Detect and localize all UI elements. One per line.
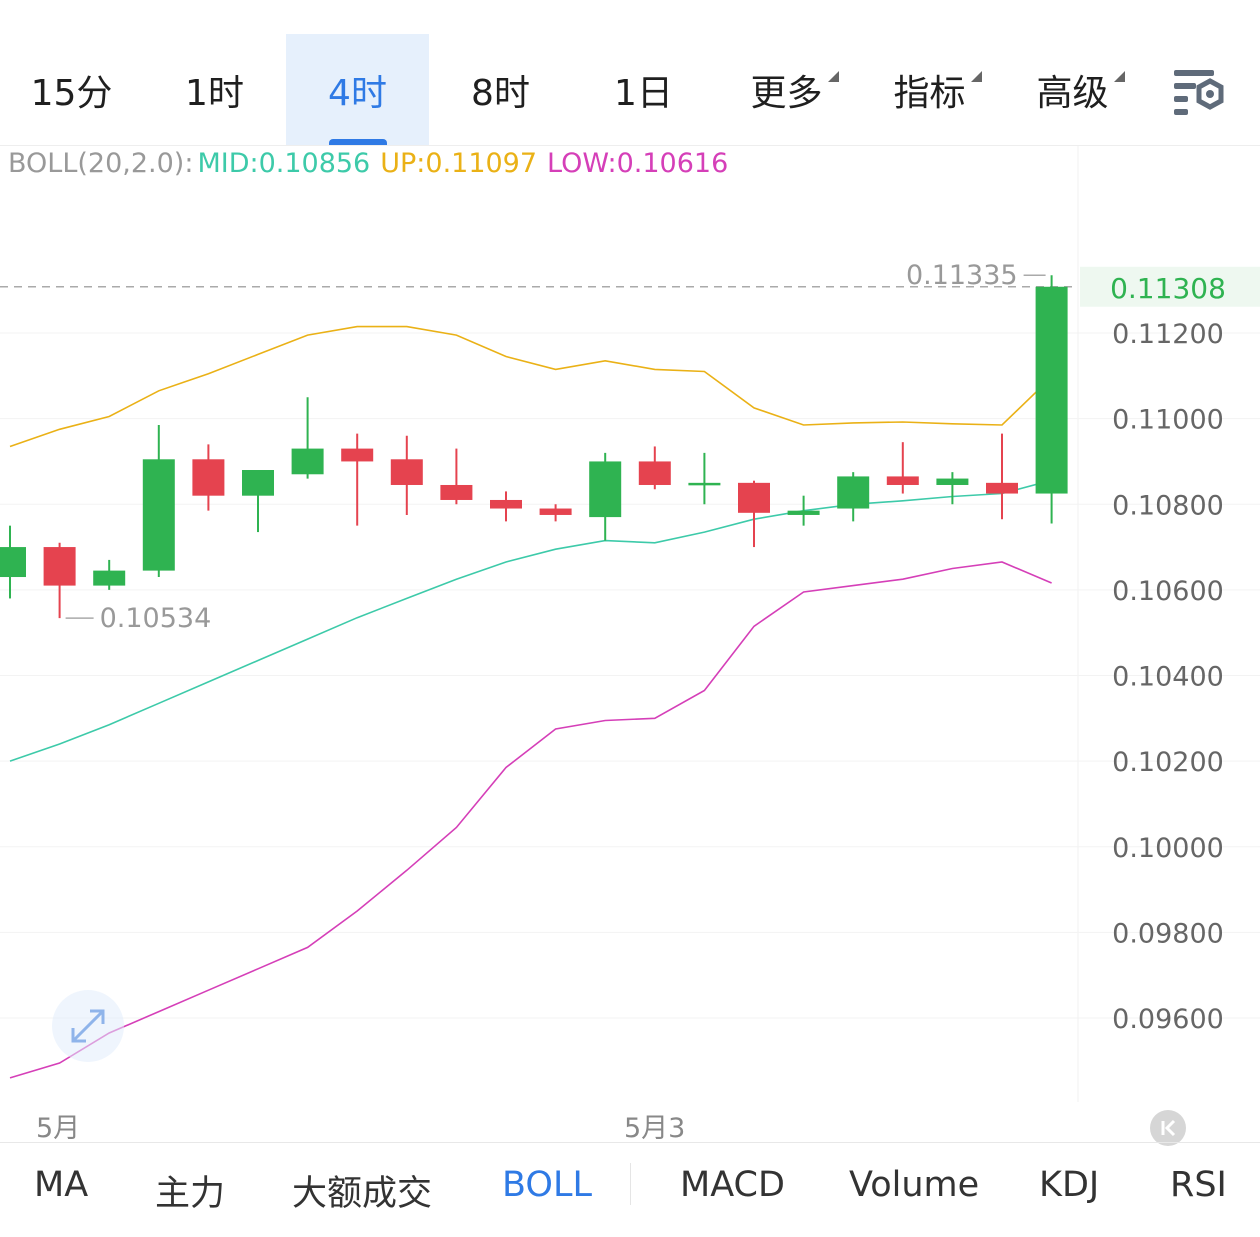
indicator-tab-main-force[interactable]: 主力 [155,1165,225,1216]
tab-1d[interactable]: 1日 [572,34,715,146]
candle-body [192,459,225,496]
dropdown-caret-icon [1113,71,1125,82]
candle-body [291,448,324,475]
candle-body [142,459,175,571]
date-label: 5月 [36,1113,81,1144]
boll-legend: BOLL(20,2.0): MID:0.10856 UP:0.11097 LOW:0.… [8,148,738,179]
candle-body [688,482,721,486]
low-marker-label: 0.10534 [100,603,212,634]
indicator-tab-macd[interactable]: MACD [680,1165,785,1205]
y-tick-label: 0.11200 [1112,319,1224,350]
candle-body [341,448,374,462]
candle-body [1035,286,1068,494]
y-tick-label: 0.10200 [1112,747,1224,778]
y-tick-label: 0.10400 [1112,662,1224,693]
tab-15min[interactable]: 15分 [0,34,143,146]
candle-body [837,476,870,509]
tab-advanced[interactable]: 高级 [1001,34,1144,146]
expand-arrows-icon[interactable] [52,990,124,1062]
candle-body [638,461,671,485]
candle-body [43,547,76,586]
candle-body [738,482,770,513]
indicator-tab-boll[interactable]: BOLL [502,1165,592,1205]
date-label: 5月3 [624,1113,686,1144]
tab-4h[interactable]: 4时 [286,34,429,146]
dropdown-caret-icon [970,71,982,82]
settings-gear-icon[interactable] [1168,64,1230,118]
boll-legend-name: BOLL(20,2.0): [8,148,194,179]
period-tab-bar: 15分 1时 4时 8时 1日 更多 指标 高级 [0,0,1260,146]
indicator-tab-volume[interactable]: Volume [849,1165,979,1205]
candle-body [986,482,1018,494]
indicator-tab-large-trades[interactable]: 大额成交 [292,1165,432,1216]
indicator-tab-rsi[interactable]: RSI [1170,1165,1227,1205]
indicator-tab-kdj[interactable]: KDJ [1039,1165,1099,1205]
candlestick-chart[interactable]: 0.11200 0.11000 0.10800 0.10600 0.10400 0.102… [0,146,1260,1142]
candle-body [440,484,473,500]
y-tick-label: 0.10600 [1112,576,1224,607]
y-tick-label: 0.10800 [1112,490,1224,521]
dropdown-caret-icon [827,71,839,82]
date-axis: 5月 5月3 [0,1104,1260,1144]
tab-indicators[interactable]: 指标 [858,34,1001,146]
boll-lower-line [9,561,1052,1079]
y-tick-label: 0.09600 [1112,1004,1224,1035]
y-tick-label: 0.11000 [1112,405,1224,436]
indicator-tab-ma[interactable]: MA [34,1165,88,1205]
candle-body [93,570,126,586]
candle-body [242,470,274,496]
current-price-label: 0.11308 [1110,272,1226,305]
tab-8h[interactable]: 8时 [429,34,572,146]
tab-1h[interactable]: 1时 [143,34,286,146]
candle-body [539,508,572,515]
candle-body [490,499,522,509]
candle-body [0,547,26,578]
boll-legend-mid: MID:0.10856 [197,148,371,179]
divider [630,1163,631,1205]
boll-legend-low: LOW:0.10616 [547,148,729,179]
boll-upper-line [9,325,1053,448]
candle-body [390,459,423,485]
candle-body [589,461,622,518]
boll-legend-up: UP:0.11097 [380,148,538,179]
indicator-tab-bar: MA 主力 大额成交 BOLL MACD Volume KDJ RSI [0,1143,1260,1237]
tab-more[interactable]: 更多 [715,34,858,146]
y-tick-label: 0.10000 [1112,833,1224,864]
high-marker-label: 0.11335 [906,260,1018,291]
candle-body [886,476,919,485]
y-tick-label: 0.09800 [1112,918,1224,949]
back-to-latest-icon[interactable] [1150,1110,1186,1146]
candle-body [936,478,969,485]
candle-body [787,510,820,515]
